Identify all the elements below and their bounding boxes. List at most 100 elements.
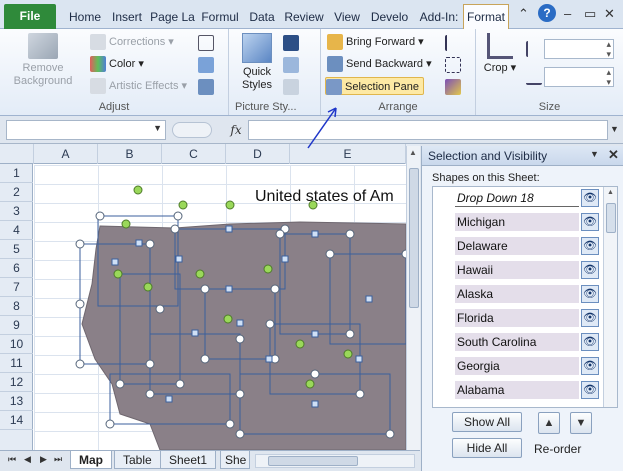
shape-item-georgia[interactable]: Georgia — [455, 357, 579, 375]
formula-divider-handle[interactable] — [172, 122, 212, 138]
shape-item-hawaii[interactable]: Hawaii — [455, 261, 579, 279]
tab-formulas[interactable]: Formul — [198, 7, 242, 28]
list-scroll-up-icon[interactable]: ▲ — [607, 189, 614, 196]
hide-all-button[interactable]: Hide All — [452, 438, 522, 458]
send-backward-button[interactable]: Send Backward ▾ — [327, 55, 432, 73]
shape-width-input[interactable] — [544, 67, 614, 87]
window-restore-icon[interactable]: ▭ — [584, 6, 596, 24]
sheet-tab-table[interactable]: Table — [114, 451, 161, 469]
help-icon[interactable]: ? — [538, 4, 556, 22]
scroll-up-icon[interactable]: ▲ — [409, 148, 417, 157]
first-sheet-icon[interactable]: ⏮ — [8, 454, 16, 465]
horizontal-scroll-thumb[interactable] — [268, 456, 358, 466]
change-picture-icon[interactable] — [198, 57, 214, 73]
sheet-tab-map[interactable]: Map — [70, 451, 112, 469]
tab-insert[interactable]: Insert — [108, 7, 146, 28]
tab-developer[interactable]: Develo — [367, 7, 412, 28]
prev-sheet-icon[interactable]: ◀ — [24, 454, 31, 465]
worksheet[interactable]: A B C D E 1 2 3 4 5 6 7 8 9 10 11 12 13 … — [0, 144, 420, 450]
rotation-handle — [133, 185, 143, 195]
name-box-dropdown-icon[interactable]: ▼ — [153, 123, 162, 133]
picture-layout-icon[interactable] — [283, 79, 299, 95]
tab-home[interactable]: Home — [66, 7, 104, 28]
remove-background-icon — [28, 33, 58, 59]
visibility-eye-icon[interactable]: 👁 — [581, 237, 599, 255]
move-down-button[interactable]: ▼ — [570, 412, 592, 434]
resize-handle — [200, 284, 210, 294]
compress-pictures-icon[interactable] — [198, 35, 214, 51]
side-handle — [265, 355, 273, 363]
tab-file[interactable]: File — [4, 4, 56, 29]
selection-pane-button[interactable]: Selection Pane — [325, 77, 424, 96]
insert-function-button[interactable]: fx — [224, 120, 248, 140]
vertical-scroll-thumb[interactable] — [409, 168, 419, 308]
horizontal-scrollbar[interactable] — [255, 454, 415, 468]
shape-item-florida[interactable]: Florida — [455, 309, 579, 327]
visibility-eye-icon[interactable]: 👁 — [581, 285, 599, 303]
rotation-handle — [263, 264, 273, 274]
rotate-icon[interactable] — [445, 79, 461, 95]
pane-close-icon[interactable]: ✕ — [608, 147, 619, 163]
color-label: Color — [109, 58, 136, 70]
rotation-handle — [225, 200, 235, 210]
shape-item-drop-down-18[interactable]: Drop Down 18 — [455, 189, 579, 207]
shape-item-delaware[interactable]: Delaware — [455, 237, 579, 255]
next-sheet-icon[interactable]: ▶ — [40, 454, 47, 465]
sheet-tab-sheet2[interactable]: She — [220, 451, 250, 469]
tab-format[interactable]: Format — [463, 4, 509, 30]
artistic-effects-button[interactable]: Artistic Effects ▾ — [90, 77, 187, 95]
remove-background-label: Remove Background — [13, 62, 73, 87]
move-up-button[interactable]: ▲ — [538, 412, 560, 434]
picture-effects-icon[interactable] — [283, 57, 299, 73]
bring-forward-button[interactable]: Bring Forward ▾ — [327, 33, 424, 51]
shape-item-alabama[interactable]: Alabama — [455, 381, 579, 399]
tab-view[interactable]: View — [330, 7, 364, 28]
tab-add-ins[interactable]: Add-In: — [416, 7, 462, 28]
visibility-eye-icon[interactable]: 👁 — [581, 189, 599, 207]
shape-item-michigan[interactable]: Michigan — [455, 213, 579, 231]
shape-list[interactable]: Drop Down 18 👁 Michigan 👁 Delaware 👁 Haw… — [432, 186, 618, 408]
visibility-eye-icon[interactable]: 👁 — [581, 333, 599, 351]
tab-review[interactable]: Review — [282, 7, 326, 28]
last-sheet-icon[interactable]: ⏭ — [54, 454, 62, 465]
ribbon-tabs: File Home Insert Page La Formul Data Rev… — [0, 0, 623, 30]
resize-handle — [75, 239, 85, 249]
side-handle — [191, 329, 199, 337]
resize-handle — [235, 334, 245, 344]
shape-item-south-carolina[interactable]: South Carolina — [455, 333, 579, 351]
reset-picture-icon[interactable] — [198, 79, 214, 95]
sheet-vertical-scrollbar[interactable]: ▲ — [406, 146, 420, 450]
corrections-button[interactable]: Corrections ▾ — [90, 33, 174, 51]
remove-background-button[interactable]: Remove Background — [8, 33, 78, 88]
quick-styles-button[interactable]: Quick Styles — [237, 33, 277, 92]
minimize-ribbon-icon[interactable]: ⌃ — [518, 6, 529, 24]
show-all-button[interactable]: Show All — [452, 412, 522, 432]
crop-button[interactable]: Crop ▾ — [482, 33, 518, 75]
window-minimize-icon[interactable]: – — [564, 6, 571, 24]
visibility-eye-icon[interactable]: 👁 — [581, 261, 599, 279]
size-group-label: Size — [538, 101, 561, 113]
visibility-eye-icon[interactable]: 👁 — [581, 381, 599, 399]
list-scroll-thumb[interactable] — [606, 203, 616, 233]
tab-page-layout[interactable]: Page La — [150, 7, 195, 28]
shape-height-input[interactable] — [544, 39, 614, 59]
visibility-eye-icon[interactable]: 👁 — [581, 357, 599, 375]
expand-formula-bar-icon[interactable]: ▼ — [610, 124, 619, 134]
color-button[interactable]: Color ▾ — [90, 55, 144, 73]
shape-list-scrollbar[interactable]: ▲ — [603, 187, 617, 407]
visibility-eye-icon[interactable]: 👁 — [581, 309, 599, 327]
shape-item-alaska[interactable]: Alaska — [455, 285, 579, 303]
group-icon[interactable] — [445, 57, 461, 73]
picture-border-icon[interactable] — [283, 35, 299, 51]
sheet-tab-sheet1[interactable]: Sheet1 — [160, 451, 217, 469]
visibility-eye-icon[interactable]: 👁 — [581, 213, 599, 231]
align-icon[interactable] — [445, 35, 461, 51]
move-down-icon: ▼ — [575, 417, 587, 429]
window-close-icon[interactable]: ✕ — [604, 6, 615, 24]
pane-menu-icon[interactable]: ▼ — [590, 149, 599, 159]
corrections-icon — [90, 34, 106, 51]
resize-handle — [355, 389, 365, 399]
adjust-group: Remove Background Corrections ▾ Color ▾ … — [0, 29, 229, 115]
tab-data[interactable]: Data — [246, 7, 278, 28]
name-box[interactable]: ▼ — [6, 120, 166, 140]
